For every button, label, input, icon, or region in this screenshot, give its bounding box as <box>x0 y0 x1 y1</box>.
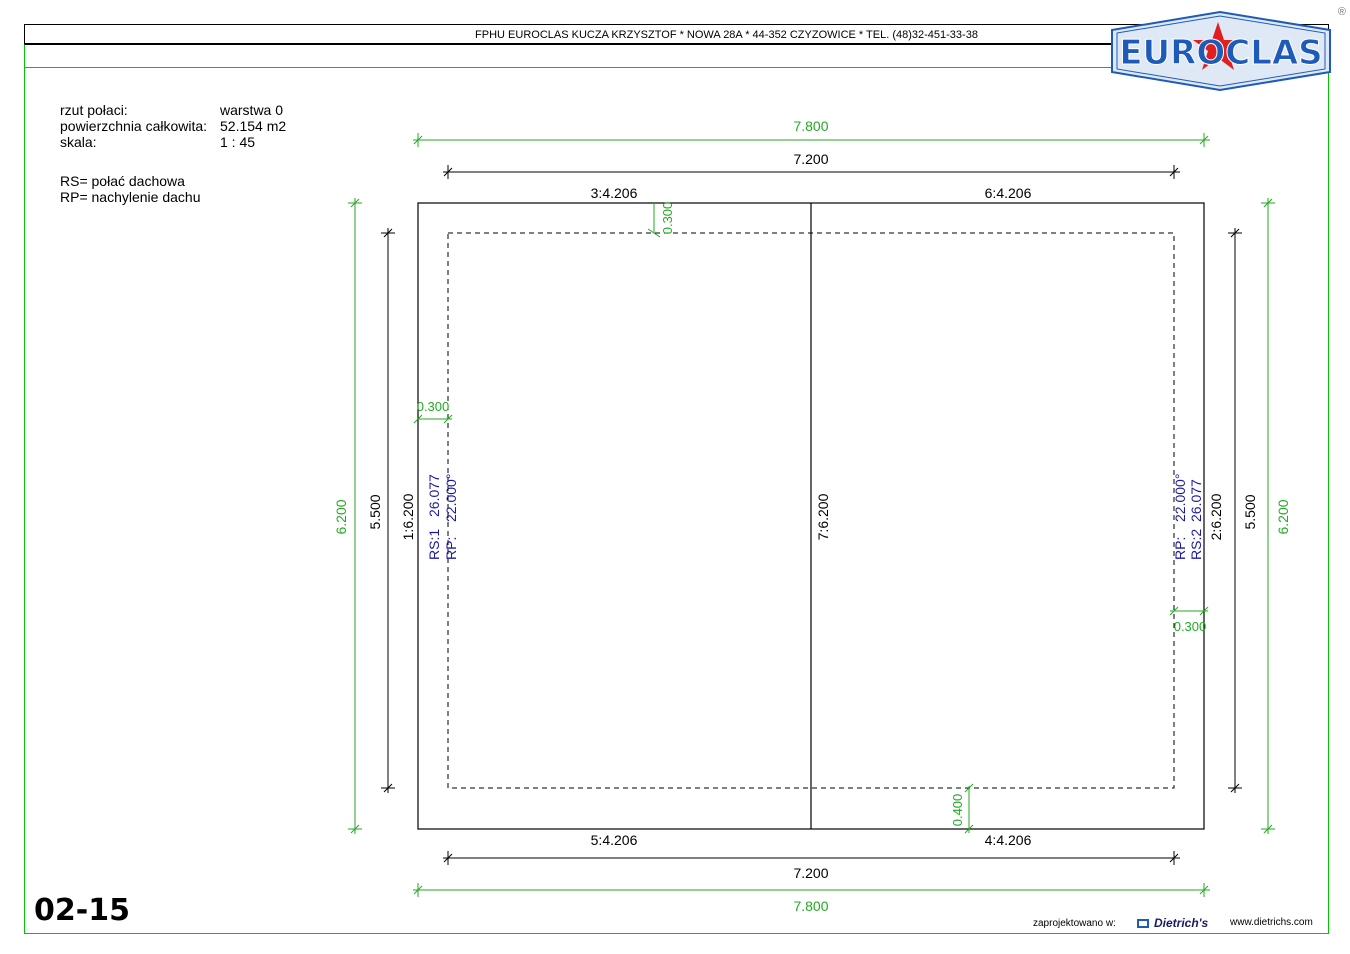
edge-right: 2:6.200 <box>1208 493 1224 540</box>
roof-plan-drawing: EUROCLAS 7.800 7.200 3:4.206 6:4.206 0.3… <box>333 10 1331 914</box>
slope-left-labels: RS:1 26.077 RP: 22.000° <box>426 474 459 560</box>
edge-bottom-right: 4:4.206 <box>985 832 1032 848</box>
rs-right-label: RS:2 <box>1188 529 1204 560</box>
dim-outer-top: 7.800 <box>793 118 828 134</box>
overhang-top-line <box>647 203 661 238</box>
dim-inner-top: 7.200 <box>793 151 828 167</box>
rp-left-label: RP: <box>443 537 459 560</box>
dim-outer-top-line <box>413 133 1210 147</box>
dim-inner-bottom: 7.200 <box>793 865 828 881</box>
edge-left: 1:6.200 <box>400 493 416 540</box>
overhang-bottom-line <box>964 783 974 834</box>
euroclas-logo: EUROCLAS <box>1111 10 1331 92</box>
edge-bottom-left: 5:4.206 <box>591 832 638 848</box>
dim-inner-bottom-line <box>443 851 1180 865</box>
overhang-top: 0.300 <box>660 202 675 235</box>
dim-outer-bottom: 7.800 <box>793 898 828 914</box>
overhang-bottom: 0.400 <box>950 794 965 827</box>
dim-outer-left: 6.200 <box>333 499 349 534</box>
dim-inner-left-line <box>381 228 395 793</box>
dim-outer-right-line <box>1261 198 1275 834</box>
rs-right-value: 26.077 <box>1188 479 1204 522</box>
overhang-left-line <box>413 414 453 424</box>
dim-inner-right-line <box>1228 228 1242 793</box>
rs-left-label: RS:1 <box>426 529 442 560</box>
logo-text: EUROCLAS <box>1119 33 1322 73</box>
rp-right-value: 22.000° <box>1172 474 1188 522</box>
rp-left-value: 22.000° <box>443 474 459 522</box>
overhang-left: 0.300 <box>417 399 450 414</box>
edge-top-left: 3:4.206 <box>591 185 638 201</box>
dim-outer-right: 6.200 <box>1275 499 1291 534</box>
dim-inner-left: 5.500 <box>367 494 383 529</box>
overhang-right: 0.300 <box>1174 619 1207 634</box>
dim-outer-left-line <box>348 198 362 834</box>
slope-right-labels: RP: 22.000° RS:2 26.077 <box>1172 474 1204 560</box>
edge-middle: 7:6.200 <box>815 493 831 540</box>
rp-right-label: RP: <box>1172 537 1188 560</box>
rs-left-value: 26.077 <box>426 474 442 517</box>
dim-inner-right: 5.500 <box>1242 494 1258 529</box>
dim-outer-bottom-line <box>413 883 1210 897</box>
dim-inner-top-line <box>443 165 1180 179</box>
overhang-right-line <box>1169 606 1209 616</box>
edge-top-right: 6:4.206 <box>985 185 1032 201</box>
